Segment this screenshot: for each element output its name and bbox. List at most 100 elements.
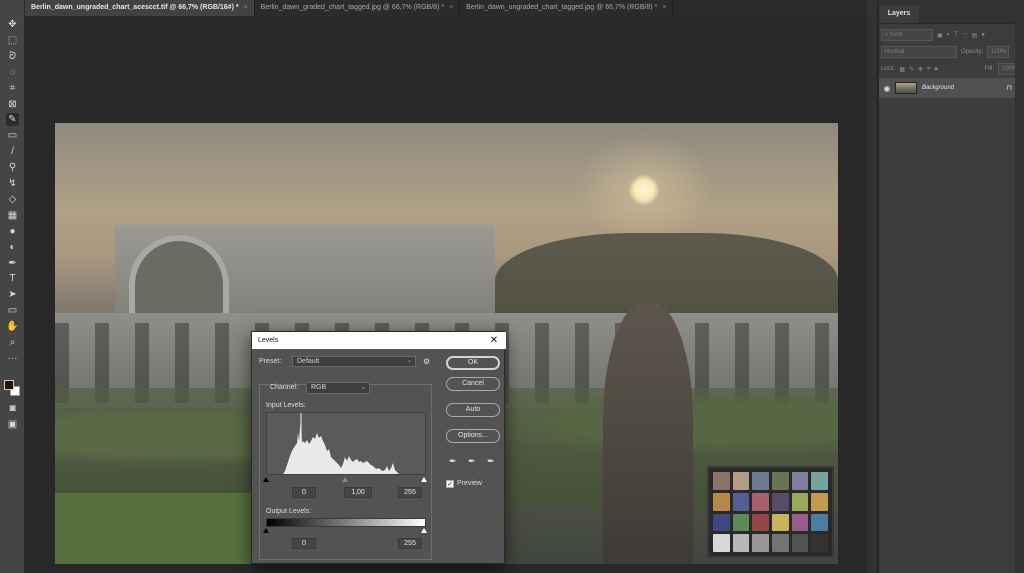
filter-adjust-icon[interactable]: ◐ <box>947 32 951 38</box>
layers-panel: Layers ⌕ Kind ▣ ◐ T ⬚ ▤ ● Normal Opacity… <box>879 0 1024 573</box>
filter-toggle-icon[interactable]: ● <box>981 32 985 38</box>
color-patch <box>771 513 789 532</box>
white-eyedropper-icon[interactable]: ✒ <box>487 456 495 467</box>
hand-tool-icon[interactable]: ✋ <box>6 320 19 333</box>
ok-button[interactable]: OK <box>446 356 500 370</box>
eraser-tool-icon[interactable]: ◇ <box>6 193 19 206</box>
tab-layers[interactable]: Layers <box>879 5 919 23</box>
dome-ornament <box>603 303 693 564</box>
layer-name: Background <box>922 85 955 91</box>
color-patch <box>752 492 769 511</box>
foreground-color-swatch[interactable] <box>4 380 14 390</box>
lock-artboard-icon[interactable]: ⌗ <box>927 66 930 73</box>
eye-icon[interactable]: ◉ <box>879 84 895 93</box>
cancel-button[interactable]: Cancel <box>446 377 500 391</box>
tab-document-3[interactable]: Berlin_dawn_ungraded_chart_tagged.jpg @ … <box>460 0 674 16</box>
healing-tool-icon[interactable]: ▭ <box>6 129 19 142</box>
pen-tool-icon[interactable]: ✒ <box>6 257 19 270</box>
shape-tool-icon[interactable]: ▭ <box>6 304 19 317</box>
color-patch <box>771 534 789 552</box>
lock-position-icon[interactable]: ✥ <box>918 66 923 73</box>
gradient-tool-icon[interactable]: ▦ <box>6 209 19 222</box>
input-white-field[interactable]: 255 <box>398 487 422 498</box>
layer-filter-kind[interactable]: ⌕ Kind <box>881 29 933 41</box>
input-black-handle[interactable] <box>263 477 269 482</box>
filter-smart-icon[interactable]: ▤ <box>972 32 978 39</box>
preview-checkbox[interactable]: ✓ <box>446 480 454 488</box>
filter-shape-icon[interactable]: ⬚ <box>962 32 968 39</box>
close-tab-icon[interactable]: × <box>662 0 666 16</box>
input-levels-slider[interactable] <box>263 477 427 482</box>
brush-tool-icon[interactable]: / <box>6 145 19 158</box>
options-button[interactable]: Options... <box>446 429 500 443</box>
gray-eyedropper-icon[interactable]: ✒ <box>468 456 476 467</box>
layer-row-background[interactable]: ◉ Background ⊓ <box>879 78 1024 98</box>
filter-pixel-icon[interactable]: ▣ <box>937 32 943 39</box>
opacity-input[interactable]: 100% <box>987 46 1010 58</box>
dodge-tool-icon[interactable]: ◐ <box>6 241 19 254</box>
color-patch <box>811 492 828 511</box>
move-tool-icon[interactable]: ✥ <box>6 18 19 31</box>
color-patch <box>811 513 828 532</box>
eyedropper-tool-icon[interactable]: ✎ <box>6 113 19 127</box>
lawn <box>55 493 255 564</box>
lock-icon[interactable]: ⊓ <box>1007 84 1012 92</box>
color-patch <box>713 472 730 490</box>
frame-tool-icon[interactable]: ⊠ <box>6 98 19 111</box>
marquee-tool-icon[interactable]: ⬚ <box>6 34 19 47</box>
output-black-handle[interactable] <box>263 528 269 533</box>
output-white-handle[interactable] <box>421 528 427 533</box>
screen-mode-icon[interactable]: ▣ <box>6 418 19 431</box>
preset-value: Default <box>297 358 320 365</box>
close-tab-icon[interactable]: × <box>244 0 248 16</box>
input-gamma-handle[interactable] <box>342 477 348 482</box>
input-white-handle[interactable] <box>421 477 427 482</box>
tab-document-1[interactable]: Berlin_dawn_ungraded_chart_acesсct.tif @… <box>25 0 255 16</box>
history-brush-tool-icon[interactable]: ↯ <box>6 177 19 190</box>
zoom-tool-icon[interactable]: ⌕ <box>6 336 19 349</box>
black-eyedropper-icon[interactable]: ✒ <box>449 456 457 467</box>
more-tools-icon[interactable]: ··· <box>6 352 19 365</box>
stamp-tool-icon[interactable]: ⚲ <box>6 161 19 174</box>
filter-type-icon[interactable]: T <box>954 32 958 38</box>
lasso-tool-icon[interactable]: ᘐ <box>6 50 19 63</box>
channel-select[interactable]: RGB ⌄ <box>306 382 370 394</box>
channel-label: Channel: <box>270 384 299 391</box>
tab-label: Berlin_dawn_ungraded_chart_acesсct.tif @… <box>31 4 239 11</box>
blur-tool-icon[interactable]: ● <box>6 225 19 238</box>
tab-label: Berlin_dawn_ungraded_chart_tagged.jpg @ … <box>466 4 658 11</box>
color-patch <box>771 472 789 490</box>
quick-mask-icon[interactable]: ◙ <box>6 402 19 415</box>
photoshop-window: ◙ ▣ ✥ ⬚ ᘐ ◌ ⌗ ⊠ ✎ ▭ / ⚲ ↯ ◇ ▦ ● ◐ ✒ T ➤ ▭ ✋ ⌕ ··· Berlin_dawn… <box>0 0 1024 573</box>
color-patch <box>811 534 828 552</box>
color-patch <box>791 513 809 532</box>
quick-select-tool-icon[interactable]: ◌ <box>6 66 19 79</box>
output-black-field[interactable]: 0 <box>292 538 316 549</box>
lock-all-icon[interactable]: 🔒︎ <box>934 66 937 73</box>
dialog-title: Levels <box>252 332 506 349</box>
output-levels-slider[interactable] <box>263 528 427 533</box>
auto-button[interactable]: Auto <box>446 403 500 417</box>
color-patch <box>713 492 730 511</box>
preset-select[interactable]: Default ⌄ <box>292 356 416 367</box>
path-select-tool-icon[interactable]: ➤ <box>6 288 19 301</box>
lock-pixels-icon[interactable]: ▦ <box>899 66 905 73</box>
color-patch <box>713 513 730 532</box>
lock-label: Lock: <box>881 66 896 72</box>
close-icon[interactable]: ✕ <box>488 332 500 349</box>
panel-scrollbar[interactable] <box>1015 0 1024 573</box>
output-white-field[interactable]: 255 <box>398 538 422 549</box>
lock-paint-icon[interactable]: ✎ <box>909 66 914 73</box>
panel-collapse-strip[interactable] <box>867 0 878 573</box>
input-black-field[interactable]: 0 <box>292 487 316 498</box>
close-tab-icon[interactable]: × <box>449 0 453 16</box>
blend-mode-select[interactable]: Normal <box>881 46 957 58</box>
crop-tool-icon[interactable]: ⌗ <box>6 82 19 95</box>
type-tool-icon[interactable]: T <box>6 272 19 285</box>
gear-icon[interactable]: ⚙ <box>423 357 430 366</box>
input-gamma-field[interactable]: 1,00 <box>344 487 372 498</box>
chevron-down-icon: ⌄ <box>406 358 412 364</box>
tab-document-2[interactable]: Berlin_dawn_graded_chart_tagged.jpg @ 66… <box>255 0 461 16</box>
sun <box>629 175 659 205</box>
color-patch <box>732 513 750 532</box>
